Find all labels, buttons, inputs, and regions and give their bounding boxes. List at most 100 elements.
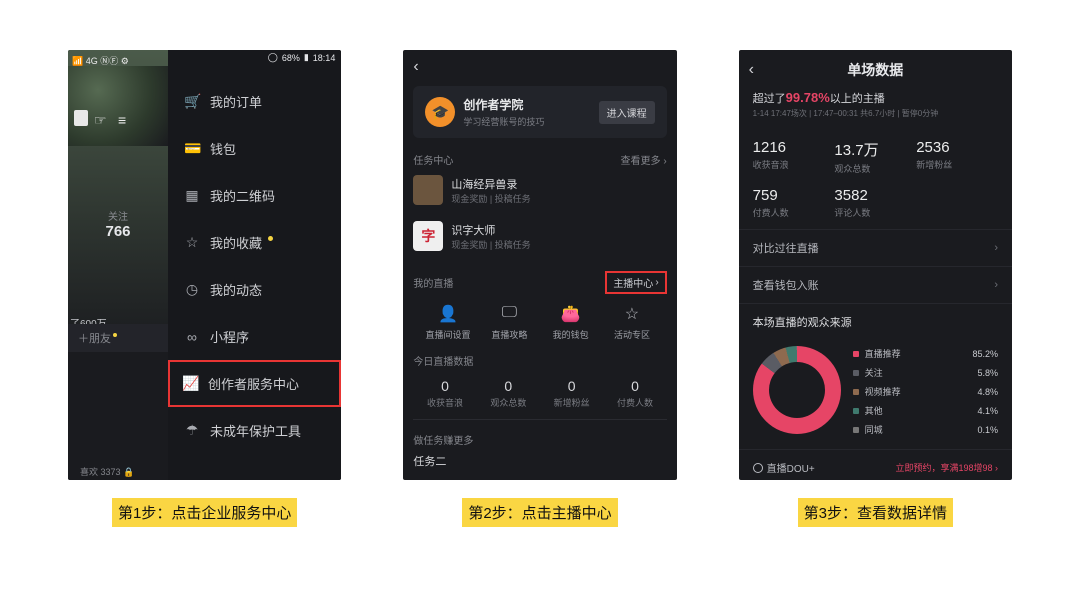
wallet-in-row[interactable]: 查看钱包入账 › <box>739 266 1012 303</box>
donut-chart <box>753 346 841 434</box>
back-button[interactable]: ‹ <box>749 61 754 79</box>
today-stats-row: 0 收获音浪 0 观众总数 0 新增粉丝 0 付费人数 <box>413 368 666 420</box>
swatch-icon <box>853 370 859 376</box>
tool-room-settings[interactable]: 👤 直播间设置 <box>417 304 478 341</box>
kpi-paid: 759付费人数 <box>753 181 835 225</box>
star-icon: ☆ <box>601 304 662 324</box>
swatch-icon <box>853 427 859 433</box>
stat-viewers: 0 观众总数 <box>477 378 540 409</box>
anchor-center-label: 主播中心 <box>613 275 653 290</box>
tool-my-wallet[interactable]: 👛 我的钱包 <box>540 304 601 341</box>
task-section-header: 任务中心 查看更多 › <box>413 152 666 167</box>
wallet-icon: 💳 <box>184 140 200 157</box>
task-item-2[interactable]: 字 识字大师 现金奖励 | 投稿任务 <box>413 213 666 259</box>
menu-label-orders: 我的订单 <box>210 92 262 111</box>
compare-label: 对比过往直播 <box>753 240 819 256</box>
chevron-right-icon: › <box>655 277 658 288</box>
phone-step2: ‹ 🎓 创作者学院 学习经营账号的技巧 进入课程 任务中心 查看更多 › 山海经… <box>403 50 676 480</box>
drawer-menu: 🛒 我的订单 💳 钱包 ▦ 我的二维码 ☆ 我的收藏 <box>168 78 341 454</box>
sticker-block <box>74 110 88 126</box>
phone-step3: ‹ 单场数据 超过了99.78%以上的主播 1-14 17:47场次 | 17:… <box>739 50 1012 480</box>
tool-label: 活动专区 <box>601 328 662 341</box>
status-bar-right: ◯ 68% ▮ 18:14 <box>268 52 336 63</box>
menu-item-wallet[interactable]: 💳 钱包 <box>168 125 341 172</box>
stat-sound: 0 收获音浪 <box>413 378 476 409</box>
menu-item-miniapp[interactable]: ∞ 小程序 <box>168 313 341 360</box>
add-friend-label: ＋朋友 <box>78 333 111 345</box>
tool-activity[interactable]: ☆ 活动专区 <box>601 304 662 341</box>
tool-label: 直播间设置 <box>417 328 478 341</box>
battery-ring-icon: ◯ <box>268 52 278 63</box>
back-button[interactable]: ‹ <box>413 58 666 76</box>
chevron-right-icon: › <box>994 279 998 291</box>
kpi-value: 3582 <box>834 187 916 204</box>
menu-icon[interactable]: ≡ <box>118 112 126 128</box>
kpi-grid: 1216收获音浪 13.7万观众总数 2536新增粉丝 759付费人数 3582… <box>739 121 1012 229</box>
menu-item-moments[interactable]: ◷ 我的动态 <box>168 266 341 313</box>
live-tools-row: 👤 直播间设置 🖵 直播攻略 👛 我的钱包 ☆ 活动专区 <box>413 294 666 347</box>
academy-card[interactable]: 🎓 创作者学院 学习经营账号的技巧 进入课程 <box>413 86 666 138</box>
compare-row[interactable]: 对比过往直播 › <box>739 229 1012 266</box>
task2-sub: 现金奖励 | 投稿任务 <box>451 238 530 251</box>
battery-icon: ▮ <box>304 52 309 63</box>
caption-step2: 第2步：点击主播中心 <box>462 498 617 527</box>
status-time: 18:14 <box>313 53 336 63</box>
kpi-label: 收获音浪 <box>753 158 835 171</box>
likes-text: 喜欢 3373 🔒 <box>80 465 134 478</box>
legend-label: 视频推荐 <box>865 385 901 398</box>
menu-item-favorites[interactable]: ☆ 我的收藏 <box>168 219 341 266</box>
academy-sub: 学习经营账号的技巧 <box>463 115 590 128</box>
dou-plus-row[interactable]: 直播DOU+ 立即预约，享满198增98 › <box>739 449 1012 480</box>
kpi-viewers: 13.7万观众总数 <box>834 133 916 181</box>
legend-item-5: 同城0.1% <box>853 420 998 439</box>
battery-pct: 68% <box>282 53 300 63</box>
anchor-center-button[interactable]: 主播中心 › <box>605 271 666 294</box>
kpi-new-fans: 2536新增粉丝 <box>916 133 998 181</box>
chart-legend: 直播推荐85.2% 关注5.8% 视频推荐4.8% 其他4.1% 同城0.1% <box>853 340 998 439</box>
swatch-icon <box>853 389 859 395</box>
task1-title: 山海经异兽录 <box>451 176 530 192</box>
menu-label-qrcode: 我的二维码 <box>210 186 275 205</box>
menu-item-creator-center[interactable]: 📈 创作者服务中心 <box>168 360 341 407</box>
tool-live-guide[interactable]: 🖵 直播攻略 <box>479 304 540 341</box>
task-center-label: 任务中心 <box>413 152 453 167</box>
menu-item-minor-protection[interactable]: ☂ 未成年保护工具 <box>168 407 341 454</box>
phone1-drawer: ◯ 68% ▮ 18:14 🛒 我的订单 💳 钱包 ▦ <box>168 50 341 480</box>
stat-new-fans: 0 新增粉丝 <box>540 378 603 409</box>
exceed-pct: 99.78% <box>786 90 830 105</box>
exceed-line: 超过了99.78%以上的主播 <box>739 90 1012 106</box>
menu-label-minor: 未成年保护工具 <box>210 421 301 440</box>
kpi-label: 观众总数 <box>834 162 916 175</box>
legend-pct: 4.1% <box>977 406 998 416</box>
enter-course-button[interactable]: 进入课程 <box>599 101 655 124</box>
lock-icon: 🔒 <box>123 467 134 477</box>
session-time-line: 1-14 17:47场次 | 17:47–00:31 共6.7小时 | 暂停0分… <box>739 106 1012 121</box>
task2-title: 识字大师 <box>451 222 530 238</box>
more-task-header: 做任务赚更多 <box>413 432 666 447</box>
caption-step1: 第1步：点击企业服务中心 <box>112 498 297 527</box>
monitor-icon: 🖵 <box>479 304 540 324</box>
kpi-sound: 1216收获音浪 <box>753 133 835 181</box>
menu-item-orders[interactable]: 🛒 我的订单 <box>168 78 341 125</box>
legend-item-4: 其他 4.1% <box>853 401 998 420</box>
legend-label: 关注 <box>865 366 883 379</box>
kpi-label: 新增粉丝 <box>916 158 998 171</box>
task1-sub: 现金奖励 | 投稿任务 <box>451 192 530 205</box>
menu-item-qrcode[interactable]: ▦ 我的二维码 <box>168 172 341 219</box>
see-more-button[interactable]: 查看更多 › <box>621 152 667 167</box>
swatch-icon <box>853 351 859 357</box>
legend-pct: 5.8% <box>977 368 998 378</box>
stat-value: 0 <box>603 378 666 394</box>
person-icon: 👤 <box>417 304 478 324</box>
my-live-label: 我的直播 <box>413 275 453 290</box>
chevron-right-icon: › <box>994 242 998 254</box>
add-friend-button[interactable]: ＋朋友 <box>68 324 168 352</box>
dou-action: 立即预约，享满198增98 › <box>895 461 998 474</box>
task-item-1[interactable]: 山海经异兽录 现金奖励 | 投稿任务 <box>413 167 666 213</box>
page-title: 单场数据 <box>847 60 903 80</box>
clock-icon: ◷ <box>184 281 200 298</box>
legend-pct: 85.2% <box>972 349 998 359</box>
legend-label: 其他 <box>865 404 883 417</box>
kpi-value: 13.7万 <box>834 139 916 160</box>
kpi-comments: 3582评论人数 <box>834 181 916 225</box>
